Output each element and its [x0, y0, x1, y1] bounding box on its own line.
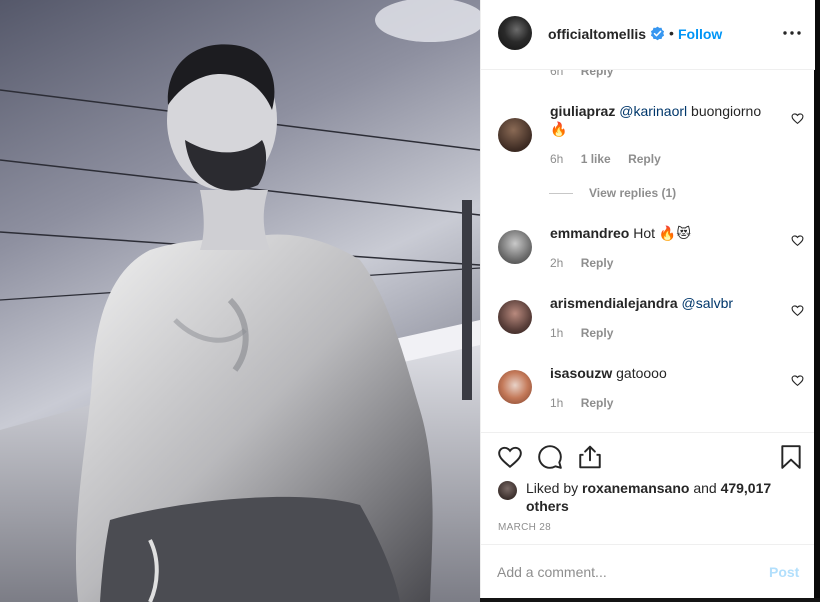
comment-time: 1h: [550, 396, 564, 410]
like-comment-heart-icon[interactable]: [791, 374, 804, 387]
view-replies-button[interactable]: View replies (1): [549, 186, 676, 200]
view-replies-divider: [549, 193, 573, 195]
comment-text: arismendialejandra @salvbr: [550, 294, 770, 312]
add-comment-bar: Post: [481, 544, 815, 599]
comment-body: Hot 🔥😻: [633, 225, 691, 241]
comment-meta: 6h 1 like Reply: [550, 152, 675, 166]
backdrop-edge: [480, 598, 820, 602]
comment-bubble-icon[interactable]: [537, 444, 563, 470]
commenter-avatar[interactable]: [498, 300, 532, 334]
comment-text: giuliapraz @karinaorl buongiorno 🔥: [550, 102, 770, 138]
post-sidebar: officialtomellis • Follow 6h Reply giuli…: [480, 0, 815, 598]
header-separator: •: [669, 25, 674, 41]
comment-time: 6h: [550, 70, 564, 78]
likes-prefix: Liked by: [526, 480, 579, 496]
like-comment-heart-icon[interactable]: [791, 304, 804, 317]
likes-and: and: [693, 480, 717, 496]
post-date: MARCH 28: [498, 522, 551, 533]
comment-meta: 2h Reply: [550, 256, 627, 270]
like-comment-heart-icon[interactable]: [791, 112, 804, 125]
liker-username[interactable]: roxanemansano: [582, 480, 689, 496]
add-comment-input[interactable]: [497, 561, 747, 583]
commenter-username[interactable]: giuliapraz: [550, 103, 615, 119]
author-avatar[interactable]: [498, 16, 532, 50]
commenter-username[interactable]: isasouzw: [550, 365, 612, 381]
likes-text: Liked by roxanemansano and 479,017 other…: [526, 479, 788, 515]
comment-time: 2h: [550, 256, 564, 270]
commenter-avatar[interactable]: [498, 230, 532, 264]
share-icon[interactable]: [577, 444, 603, 470]
comment-time: 1h: [550, 326, 564, 340]
post-photo[interactable]: [0, 0, 480, 602]
reply-button[interactable]: Reply: [581, 326, 614, 340]
comment-likes[interactable]: 1 like: [581, 152, 611, 166]
liker-avatar[interactable]: [498, 481, 517, 500]
more-options-icon[interactable]: [781, 24, 803, 42]
comment-meta: 1h Reply: [550, 396, 627, 410]
comment-body: gatoooo: [616, 365, 667, 381]
comment-mention[interactable]: @salvbr: [682, 295, 734, 311]
commenter-username[interactable]: emmandreo: [550, 225, 629, 241]
shirtless-man-photo: [0, 0, 480, 602]
comment-meta-partial: 6h Reply: [550, 70, 627, 78]
commenter-username[interactable]: arismendialejandra: [550, 295, 678, 311]
post-comment-button[interactable]: Post: [769, 564, 799, 580]
commenter-avatar[interactable]: [498, 118, 532, 152]
post-actions: Liked by roxanemansano and 479,017 other…: [481, 432, 815, 545]
follow-button[interactable]: Follow: [678, 26, 722, 42]
likes-summary: Liked by roxanemansano and 479,017 other…: [498, 479, 788, 515]
post-header: officialtomellis • Follow: [481, 0, 815, 70]
comment-time: 6h: [550, 152, 564, 166]
reply-button[interactable]: Reply: [581, 70, 614, 78]
reply-button[interactable]: Reply: [581, 256, 614, 270]
reply-button[interactable]: Reply: [581, 396, 614, 410]
comment-text: isasouzw gatoooo: [550, 364, 770, 382]
comment-mention[interactable]: @karinaorl: [619, 103, 687, 119]
reply-button[interactable]: Reply: [628, 152, 661, 166]
comments-list[interactable]: 6h Reply giuliapraz @karinaorl buongiorn…: [481, 70, 815, 432]
save-bookmark-icon[interactable]: [778, 444, 804, 470]
comment-text: emmandreo Hot 🔥😻: [550, 224, 770, 242]
like-heart-icon[interactable]: [497, 444, 523, 470]
author-username[interactable]: officialtomellis: [548, 26, 646, 42]
verified-badge-icon: [650, 26, 665, 41]
view-replies-label: View replies (1): [589, 186, 677, 200]
like-comment-heart-icon[interactable]: [791, 234, 804, 247]
comment-meta: 1h Reply: [550, 326, 627, 340]
commenter-avatar[interactable]: [498, 370, 532, 404]
backdrop-edge: [814, 0, 820, 602]
